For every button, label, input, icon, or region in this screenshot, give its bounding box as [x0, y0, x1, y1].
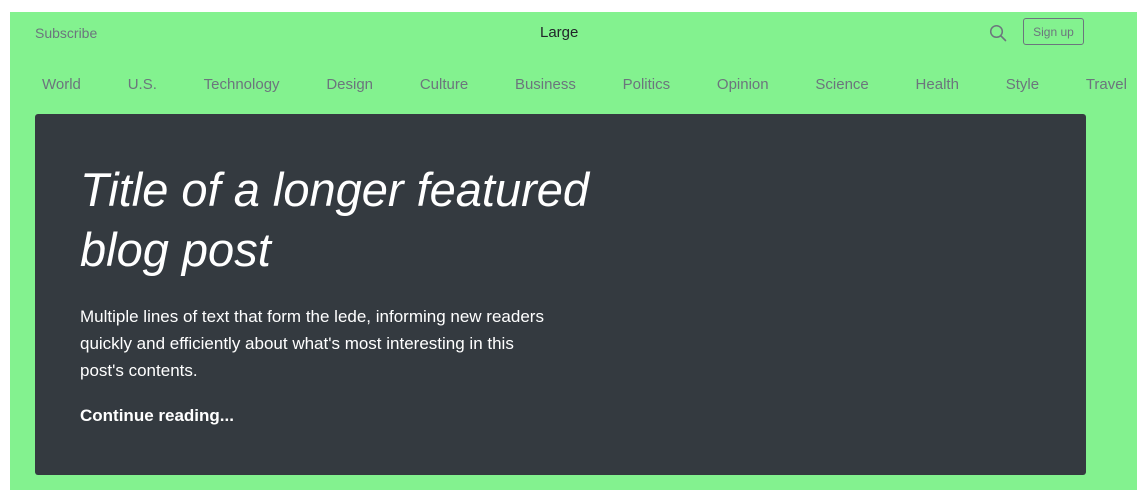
blog-header: Subscribe Large Sign up [10, 12, 1137, 54]
continue-reading-link[interactable]: Continue reading... [80, 406, 234, 426]
category-nav: World U.S. Technology Design Culture Bus… [10, 54, 1137, 114]
search-icon[interactable] [988, 23, 1008, 43]
nav-item-technology[interactable]: Technology [204, 76, 280, 93]
subscribe-link[interactable]: Subscribe [35, 25, 97, 41]
brand-logo[interactable]: Large [540, 24, 578, 41]
featured-post-banner: Title of a longer featured blog post Mul… [35, 114, 1086, 475]
page-container: Subscribe Large Sign up World U.S. Techn… [10, 12, 1137, 490]
nav-item-design[interactable]: Design [326, 76, 373, 93]
nav-item-us[interactable]: U.S. [128, 76, 157, 93]
nav-item-health[interactable]: Health [916, 76, 959, 93]
featured-post-title: Title of a longer featured blog post [80, 163, 590, 276]
search-icon-graphic [989, 24, 1007, 42]
nav-item-opinion[interactable]: Opinion [717, 76, 769, 93]
nav-item-travel[interactable]: Travel [1086, 76, 1127, 93]
nav-item-science[interactable]: Science [815, 76, 868, 93]
nav-item-world[interactable]: World [42, 76, 81, 93]
signup-button[interactable]: Sign up [1023, 18, 1084, 45]
nav-item-culture[interactable]: Culture [420, 76, 468, 93]
featured-post-lede: Multiple lines of text that form the led… [80, 307, 544, 380]
nav-item-business[interactable]: Business [515, 76, 576, 93]
nav-item-politics[interactable]: Politics [623, 76, 671, 93]
nav-item-style[interactable]: Style [1006, 76, 1039, 93]
